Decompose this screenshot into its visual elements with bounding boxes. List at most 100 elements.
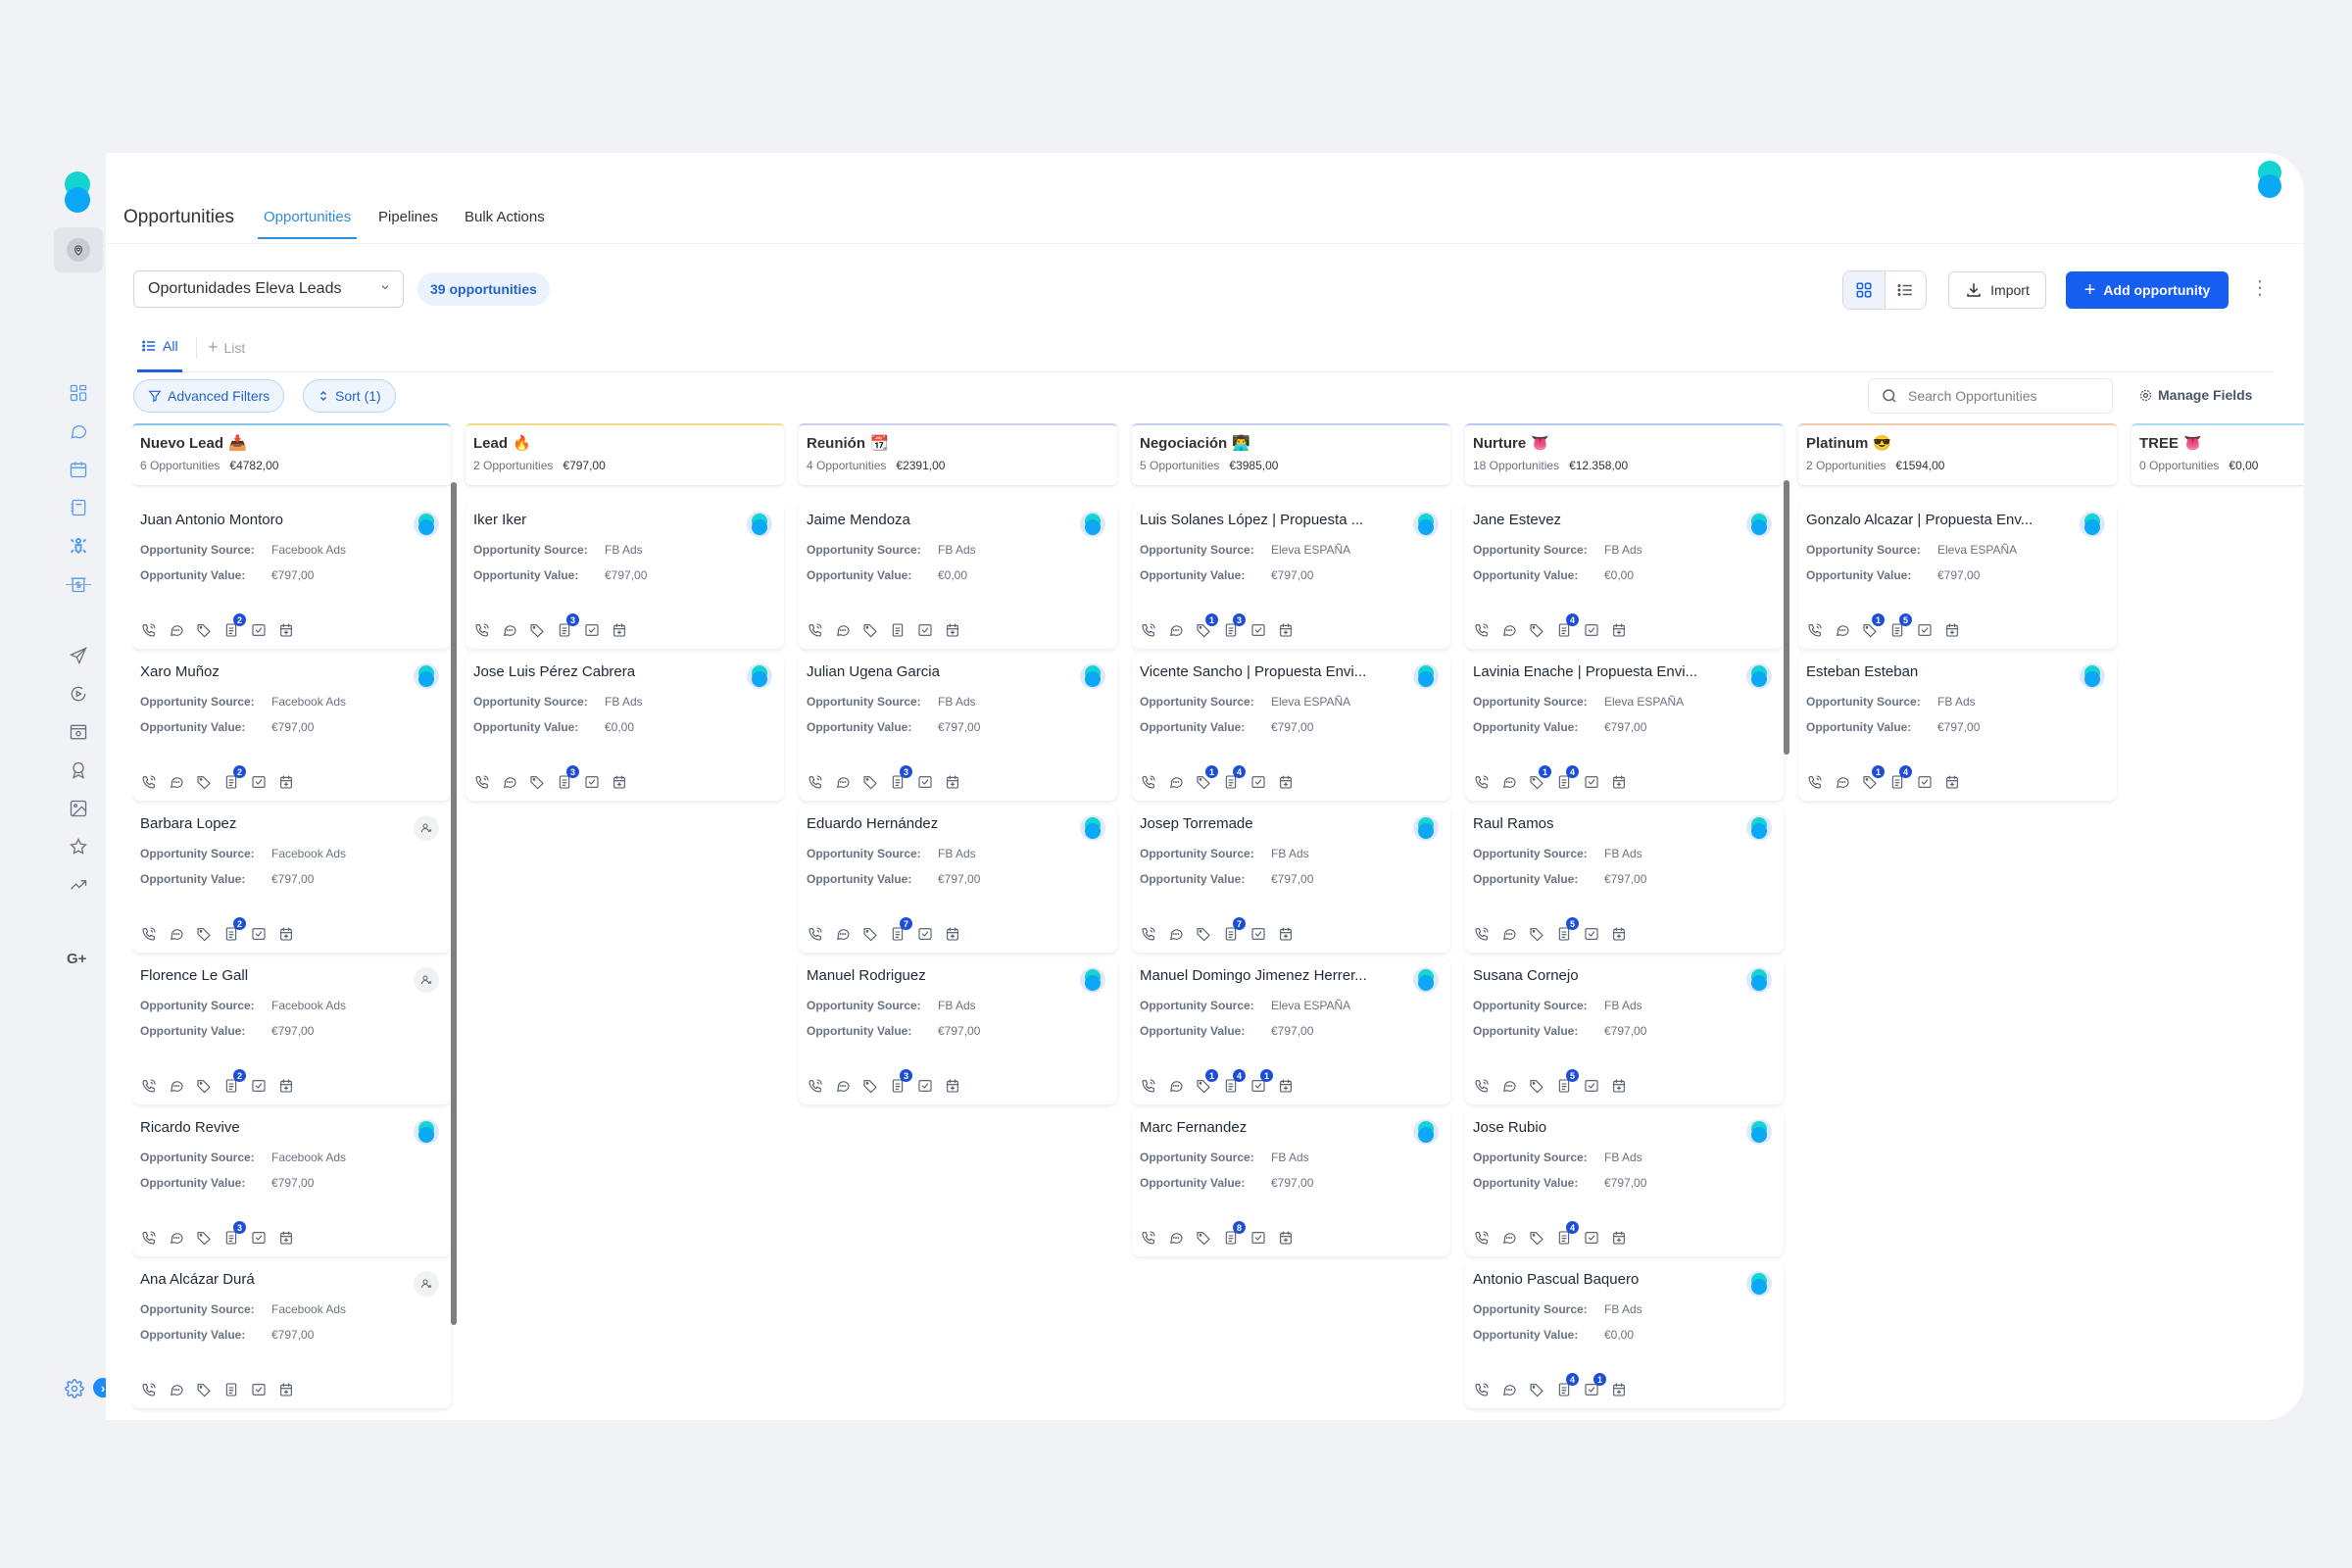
assignee-avatar[interactable] <box>1746 967 1772 993</box>
notes-icon[interactable]: 5 <box>1555 1069 1579 1095</box>
calendar-icon[interactable] <box>68 459 89 480</box>
assignee-avatar[interactable] <box>1746 1271 1772 1297</box>
tag-icon[interactable] <box>1195 1229 1212 1247</box>
notes-icon[interactable]: 2 <box>222 613 246 639</box>
task-icon[interactable] <box>250 1229 268 1247</box>
tag-icon[interactable] <box>861 925 879 943</box>
opportunities-icon[interactable] <box>68 535 89 557</box>
appointment-icon[interactable] <box>944 621 961 639</box>
subtab-all[interactable]: All <box>137 329 182 372</box>
unassigned-user-icon[interactable] <box>414 1271 439 1297</box>
phone-icon[interactable] <box>1140 1229 1157 1247</box>
message-icon[interactable] <box>1167 621 1185 639</box>
opportunity-card[interactable]: Barbara Lopez Opportunity Source: Facebook… <box>132 806 451 953</box>
message-icon[interactable] <box>168 925 185 943</box>
appointment-icon[interactable] <box>1277 1229 1295 1247</box>
column-scrollbar[interactable] <box>1784 480 1789 755</box>
column-header[interactable]: Reunión 📆 4 Opportunities €2391,00 <box>799 423 1117 485</box>
appointment-icon[interactable] <box>611 621 628 639</box>
assignee-avatar[interactable] <box>1080 967 1105 993</box>
assignee-avatar[interactable] <box>1746 663 1772 689</box>
phone-icon[interactable] <box>1473 773 1491 791</box>
phone-icon[interactable] <box>1473 925 1491 943</box>
tag-icon[interactable] <box>861 773 879 791</box>
opportunity-card[interactable]: Jose Luis Pérez Cabrera Opportunity Sourc… <box>466 654 784 801</box>
message-icon[interactable] <box>168 1229 185 1247</box>
assignee-avatar[interactable] <box>1413 663 1439 689</box>
appointment-icon[interactable] <box>944 925 961 943</box>
notes-icon[interactable]: 4 <box>1222 765 1246 791</box>
notes-icon[interactable]: 2 <box>222 1069 246 1095</box>
message-icon[interactable] <box>168 773 185 791</box>
opportunity-card[interactable]: Luis Solanes López | Propuesta ... Opport… <box>1132 502 1450 649</box>
phone-icon[interactable] <box>1473 1077 1491 1095</box>
notes-icon[interactable]: 3 <box>222 1221 246 1247</box>
appointment-icon[interactable] <box>1610 621 1628 639</box>
task-icon[interactable] <box>583 621 601 639</box>
opportunity-card[interactable]: Jose Rubio Opportunity Source: FB Ads Oppor… <box>1465 1109 1784 1256</box>
notes-icon[interactable]: 5 <box>1888 613 1912 639</box>
column-header[interactable]: TREE 👅 0 Opportunities €0,00 <box>2132 423 2304 485</box>
message-icon[interactable] <box>168 621 185 639</box>
search-input[interactable] <box>1908 388 2094 404</box>
task-icon[interactable] <box>916 1077 934 1095</box>
task-icon[interactable] <box>1583 925 1600 943</box>
opportunity-card[interactable]: Gonzalo Alcazar | Propuesta Env... Opport… <box>1798 502 2117 649</box>
user-avatar[interactable] <box>2255 161 2284 200</box>
notes-icon[interactable]: 5 <box>1555 917 1579 943</box>
task-icon[interactable] <box>916 773 934 791</box>
assignee-avatar[interactable] <box>1080 815 1105 841</box>
message-icon[interactable] <box>1167 773 1185 791</box>
appointment-icon[interactable] <box>1277 1077 1295 1095</box>
assignee-avatar[interactable] <box>1413 512 1439 537</box>
message-icon[interactable] <box>1500 925 1518 943</box>
location-switcher[interactable] <box>54 227 103 272</box>
message-icon[interactable] <box>168 1077 185 1095</box>
message-icon[interactable] <box>1167 1229 1185 1247</box>
list-view-button[interactable] <box>1886 271 1927 309</box>
opportunity-card[interactable]: Marc Fernandez Opportunity Source: FB Ads O… <box>1132 1109 1450 1256</box>
automation-icon[interactable] <box>68 683 89 705</box>
notes-icon[interactable]: 3 <box>1222 613 1246 639</box>
phone-icon[interactable] <box>140 1077 158 1095</box>
phone-icon[interactable] <box>807 773 824 791</box>
assignee-avatar[interactable] <box>1746 815 1772 841</box>
reporting-icon[interactable] <box>68 874 89 896</box>
column-header[interactable]: Nuevo Lead 📥 6 Opportunities €4782,00 <box>132 423 451 485</box>
advanced-filters-button[interactable]: Advanced Filters <box>133 379 285 413</box>
message-icon[interactable] <box>1834 773 1851 791</box>
send-icon[interactable] <box>68 645 89 666</box>
notes-icon[interactable]: 3 <box>889 765 912 791</box>
tag-icon[interactable] <box>528 621 546 639</box>
media-icon[interactable] <box>68 798 89 819</box>
phone-icon[interactable] <box>807 925 824 943</box>
phone-icon[interactable] <box>1140 925 1157 943</box>
memberships-icon[interactable] <box>68 760 89 781</box>
appointment-icon[interactable] <box>944 1077 961 1095</box>
assignee-avatar[interactable] <box>1413 815 1439 841</box>
opportunity-card[interactable]: Eduardo Hernández Opportunity Source: FB A… <box>799 806 1117 953</box>
tag-icon[interactable]: 1 <box>1195 765 1218 791</box>
tag-icon[interactable] <box>195 773 213 791</box>
task-icon[interactable] <box>1250 925 1267 943</box>
message-icon[interactable] <box>1834 621 1851 639</box>
opportunity-card[interactable]: Xaro Muñoz Opportunity Source: Facebook Ad… <box>132 654 451 801</box>
assignee-avatar[interactable] <box>2080 663 2105 689</box>
task-icon[interactable] <box>250 773 268 791</box>
tab-opportunities[interactable]: Opportunities <box>258 209 358 239</box>
phone-icon[interactable] <box>473 773 491 791</box>
task-icon[interactable] <box>1583 1077 1600 1095</box>
notes-icon[interactable] <box>889 621 906 639</box>
phone-icon[interactable] <box>140 925 158 943</box>
task-icon[interactable] <box>250 1077 268 1095</box>
tag-icon[interactable]: 1 <box>1528 765 1551 791</box>
tag-icon[interactable] <box>1528 1229 1545 1247</box>
unassigned-user-icon[interactable] <box>414 815 439 841</box>
opportunity-card[interactable]: Vicente Sancho | Propuesta Envi... Opport… <box>1132 654 1450 801</box>
opportunity-card[interactable]: Jane Estevez Opportunity Source: FB Ads Opp… <box>1465 502 1784 649</box>
appointment-icon[interactable] <box>1610 1229 1628 1247</box>
more-options-icon[interactable]: ⋮ <box>2250 278 2270 298</box>
message-icon[interactable] <box>501 621 518 639</box>
phone-icon[interactable] <box>1140 1077 1157 1095</box>
assignee-avatar[interactable] <box>1080 663 1105 689</box>
